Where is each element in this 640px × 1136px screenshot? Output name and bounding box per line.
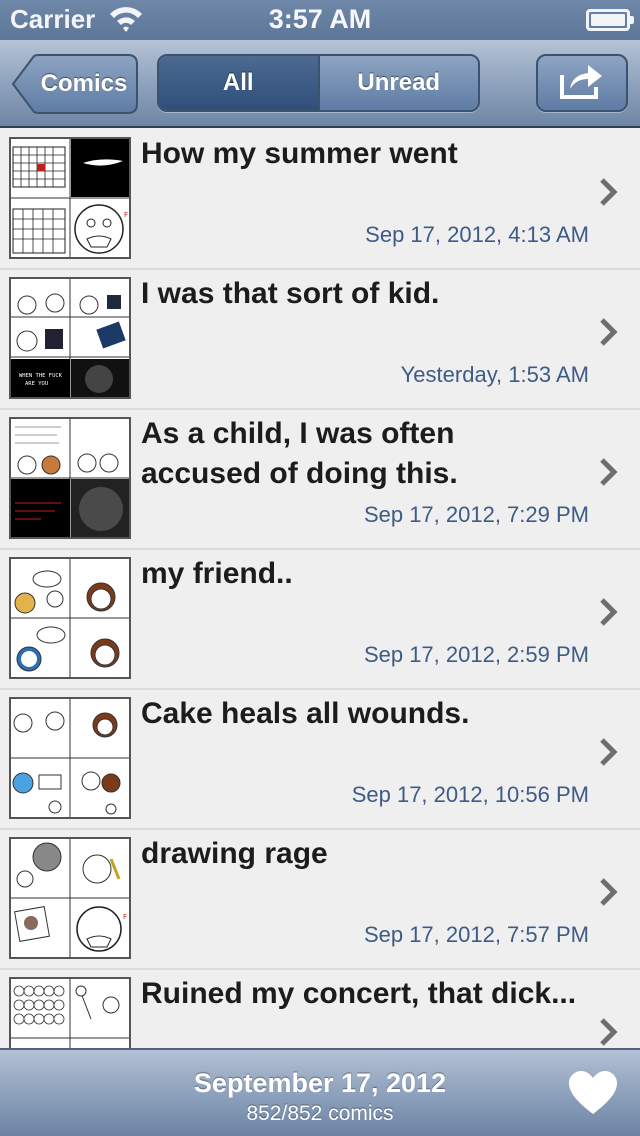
list-item[interactable]: my friend.. Sep 17, 2012, 2:59 PM	[0, 550, 640, 690]
comic-title: Ruined my concert, that dick...	[141, 977, 577, 1010]
section-date-label: September 17, 2012	[193, 1068, 447, 1098]
comic-thumbnail: WHEN THE FUCK ARE YOU	[9, 277, 131, 399]
filter-segmented-control: All Unread	[157, 54, 480, 112]
app-root: Carrier 3:57 AM Comics All Unread F How …	[0, 0, 640, 1136]
list-item[interactable]: Cake heals all wounds. Sep 17, 2012, 10:…	[0, 690, 640, 830]
navigation-bar: Comics All Unread	[0, 40, 640, 128]
chevron-right-icon	[600, 178, 618, 206]
comic-title: How my summer went	[141, 137, 458, 170]
comic-date: Sep 17, 2012, 2:59 PM	[363, 642, 589, 667]
status-bar: Carrier 3:57 AM	[0, 0, 640, 40]
chevron-right-icon	[600, 458, 618, 486]
list-item[interactable]: F How my summer went Sep 17, 2012, 4:13 …	[0, 130, 640, 270]
list-item[interactable]: WHEN THE FUCK ARE YOU I was that sort of…	[0, 270, 640, 410]
comic-title: As a child, I was often accused of doing…	[141, 417, 458, 490]
svg-text:WHEN THE FUCK: WHEN THE FUCK	[19, 373, 63, 379]
back-button-label: Comics	[40, 70, 128, 97]
comic-title: I was that sort of kid.	[141, 277, 440, 310]
comic-title: my friend..	[141, 557, 293, 590]
share-icon	[558, 61, 606, 106]
list-item[interactable]: As a child, I was often accused of doing…	[0, 410, 640, 550]
segment-all[interactable]: All	[159, 56, 318, 110]
comic-date: Sep 17, 2012, 4:13 AM	[365, 222, 589, 247]
svg-text:F: F	[124, 211, 128, 219]
comic-thumbnail: F	[9, 137, 131, 259]
comic-count-label: 852/852 comics	[246, 1102, 394, 1125]
bottom-toolbar: September 17, 2012 852/852 comics	[0, 1048, 640, 1136]
segment-unread[interactable]: Unread	[317, 56, 478, 110]
back-button[interactable]: Comics	[12, 54, 138, 114]
comics-list: F How my summer went Sep 17, 2012, 4:13 …	[0, 130, 640, 1048]
share-button[interactable]	[536, 54, 628, 112]
comic-date: Sep 17, 2012, 7:29 PM	[363, 502, 589, 527]
comic-thumbnail	[9, 557, 131, 679]
comic-thumbnail	[9, 417, 131, 539]
comic-thumbnail	[9, 977, 131, 1048]
chevron-right-icon	[600, 738, 618, 766]
chevron-right-icon	[600, 1018, 618, 1046]
list-item[interactable]: Ruined my concert, that dick...	[0, 970, 640, 1048]
svg-text:F: F	[123, 913, 127, 921]
comic-title: Cake heals all wounds.	[141, 697, 470, 730]
chevron-right-icon	[600, 598, 618, 626]
comic-date: Sep 17, 2012, 10:56 PM	[351, 782, 589, 807]
status-time: 3:57 AM	[268, 4, 372, 34]
comic-thumbnail: F	[9, 837, 131, 959]
comic-date: Sep 17, 2012, 7:57 PM	[363, 922, 589, 947]
comic-title: drawing rage	[141, 837, 328, 870]
chevron-right-icon	[600, 318, 618, 346]
list-item[interactable]: F drawing rage Sep 17, 2012, 7:57 PM	[0, 830, 640, 970]
heart-icon[interactable]	[566, 1068, 620, 1118]
comic-thumbnail	[9, 697, 131, 819]
battery-icon	[586, 9, 634, 31]
chevron-right-icon	[600, 878, 618, 906]
svg-text:ARE YOU: ARE YOU	[25, 381, 48, 387]
comic-date: Yesterday, 1:53 AM	[400, 362, 589, 387]
